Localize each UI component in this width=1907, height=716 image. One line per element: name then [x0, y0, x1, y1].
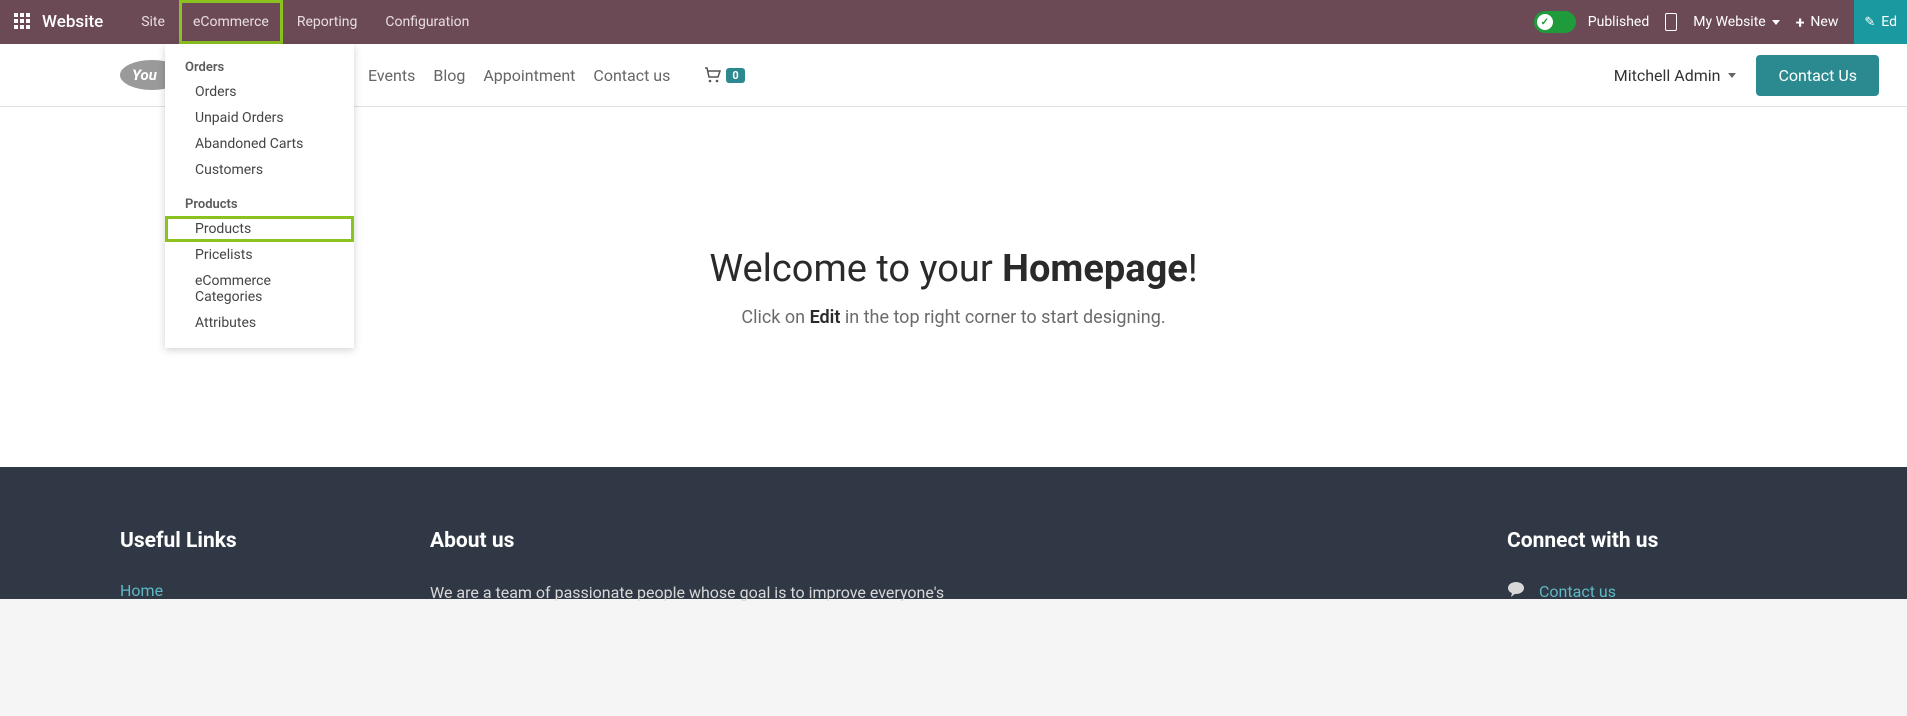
dropdown-header-orders: Orders — [165, 54, 354, 79]
app-brand[interactable]: Website — [42, 12, 103, 32]
contact-us-button[interactable]: Contact Us — [1756, 55, 1879, 96]
site-nav-appointment[interactable]: Appointment — [483, 66, 575, 85]
dropdown-item-ecommerce-categories[interactable]: eCommerce Categories — [165, 268, 354, 310]
caret-down-icon — [1728, 73, 1736, 78]
footer-connect: Connect with us Contact us — [1507, 529, 1787, 599]
nav-reporting[interactable]: Reporting — [283, 0, 372, 44]
new-button[interactable]: + New — [1796, 13, 1839, 32]
plus-icon: + — [1796, 13, 1805, 32]
cart-button[interactable]: 0 — [704, 67, 744, 83]
mobile-icon[interactable] — [1665, 13, 1677, 31]
footer-contact-link[interactable]: Contact us — [1539, 582, 1616, 601]
dropdown-item-products[interactable]: Products — [165, 216, 354, 242]
speech-bubble-icon — [1507, 581, 1525, 601]
cart-count-badge: 0 — [726, 68, 744, 83]
footer-about-text: We are a team of passionate people whose… — [430, 581, 970, 605]
footer-links: Useful Links Home — [120, 529, 320, 599]
my-website-dropdown[interactable]: My Website — [1693, 14, 1779, 30]
edit-button[interactable]: ✎ Ed — [1854, 0, 1907, 44]
site-nav: Events Blog Appointment Contact us — [368, 66, 670, 85]
svg-text:You: You — [132, 66, 158, 84]
dropdown-item-customers[interactable]: Customers — [165, 157, 354, 183]
top-bar: Website Site eCommerce Reporting Configu… — [0, 0, 1907, 44]
site-nav-contact[interactable]: Contact us — [593, 66, 670, 85]
dropdown-item-orders[interactable]: Orders — [165, 79, 354, 105]
dropdown-item-pricelists[interactable]: Pricelists — [165, 242, 354, 268]
nav-ecommerce[interactable]: eCommerce — [179, 0, 283, 44]
published-label: Published — [1588, 14, 1649, 30]
cart-icon — [704, 67, 722, 83]
dropdown-item-attributes[interactable]: Attributes — [165, 310, 354, 336]
nav-site[interactable]: Site — [127, 0, 179, 44]
site-nav-events[interactable]: Events — [368, 66, 415, 85]
caret-down-icon — [1772, 20, 1780, 25]
footer-about-title: About us — [430, 529, 970, 553]
footer-about: About us We are a team of passionate peo… — [430, 529, 970, 599]
user-menu[interactable]: Mitchell Admin — [1614, 66, 1737, 85]
dropdown-item-abandoned-carts[interactable]: Abandoned Carts — [165, 131, 354, 157]
footer: Useful Links Home About us We are a team… — [0, 467, 1907, 599]
dropdown-item-unpaid-orders[interactable]: Unpaid Orders — [165, 105, 354, 131]
published-toggle[interactable]: ✓ Published — [1534, 11, 1649, 33]
dropdown-header-products: Products — [165, 191, 354, 216]
site-nav-blog[interactable]: Blog — [433, 66, 465, 85]
pencil-icon: ✎ — [1864, 15, 1875, 30]
ecommerce-dropdown: Orders Orders Unpaid Orders Abandoned Ca… — [165, 44, 354, 348]
footer-links-title: Useful Links — [120, 529, 320, 553]
footer-link-home[interactable]: Home — [120, 581, 163, 600]
check-icon: ✓ — [1537, 14, 1553, 30]
footer-connect-title: Connect with us — [1507, 529, 1787, 553]
apps-icon[interactable] — [14, 13, 32, 31]
nav-configuration[interactable]: Configuration — [371, 0, 483, 44]
